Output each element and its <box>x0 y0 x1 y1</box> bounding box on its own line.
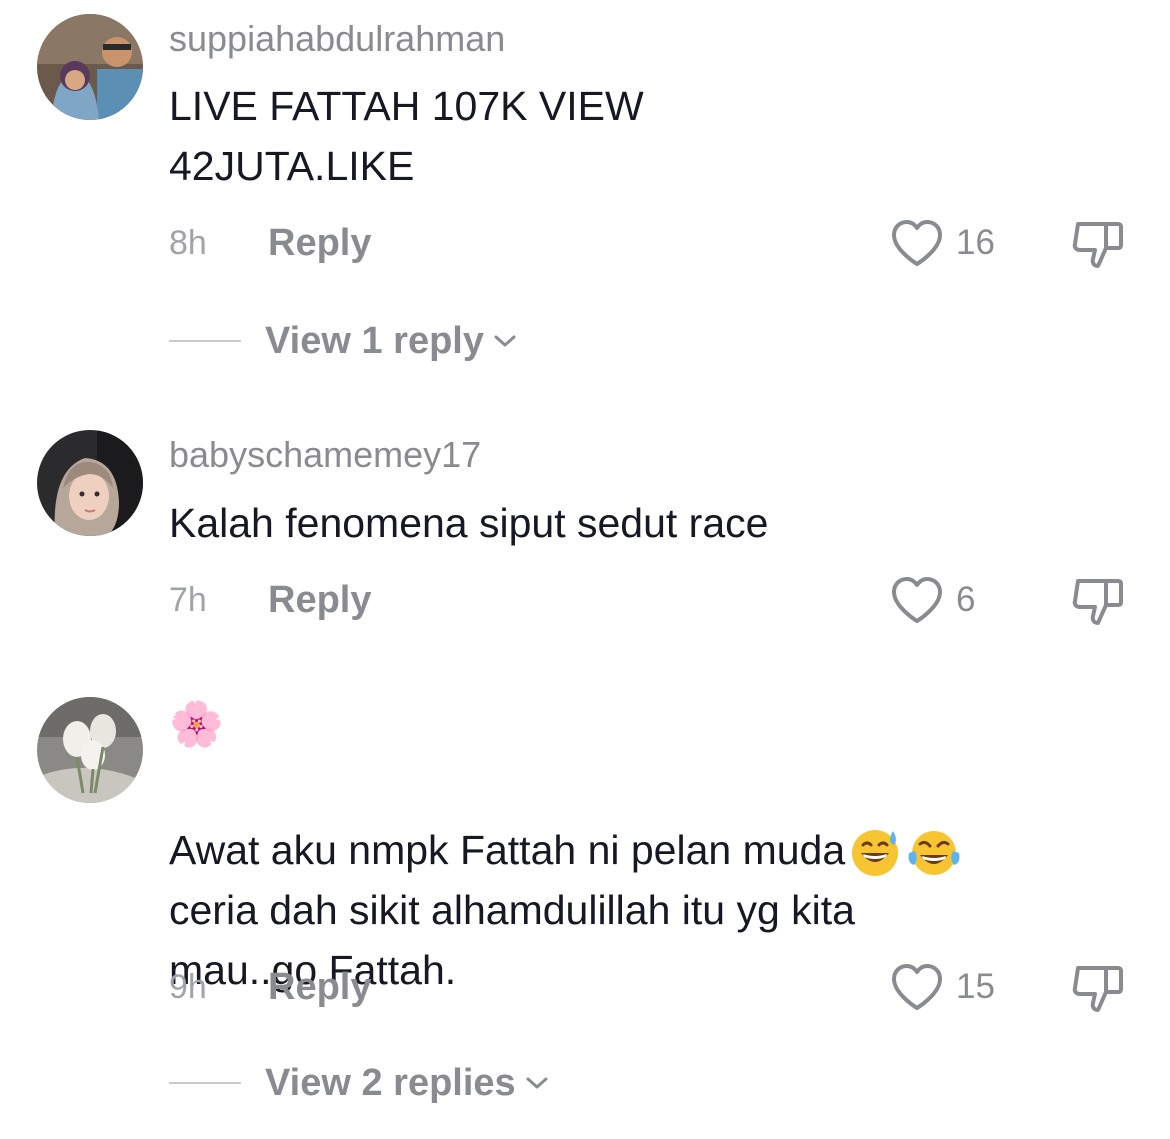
like-count: 6 <box>956 580 976 619</box>
comment-timestamp: 7h <box>169 581 207 619</box>
divider-line <box>169 1082 241 1084</box>
comment-text: Kalah fenomena siput sedut race <box>169 500 769 546</box>
comment-timestamp: 8h <box>169 224 207 262</box>
like-button[interactable]: 16 <box>890 217 995 269</box>
avatar[interactable] <box>37 430 143 536</box>
view-replies-button[interactable]: View 2 replies <box>169 1058 550 1108</box>
comment-timestamp: 9h <box>169 968 207 1006</box>
comment-text-line1: Awat aku nmpk Fattah ni pelan muda <box>169 827 846 873</box>
tears-of-joy-emoji <box>908 831 960 876</box>
view-replies-label: View 2 replies <box>265 1061 516 1104</box>
heart-outline-icon <box>892 964 942 1010</box>
heart-outline-icon <box>892 577 942 623</box>
reply-button[interactable]: Reply <box>268 579 371 622</box>
chevron-down-icon <box>494 335 516 347</box>
thumbs-down-icon[interactable] <box>1068 218 1126 272</box>
thumbs-down-icon[interactable] <box>1068 962 1126 1016</box>
comment-username[interactable]: suppiahabdulrahman <box>169 18 505 60</box>
comment-username[interactable]: babyschamemey17 <box>169 434 481 476</box>
avatar[interactable] <box>37 697 143 803</box>
comment-text: Awat aku nmpk Fattah ni pelan muda ceria… <box>169 760 963 1000</box>
view-replies-label: View 1 reply <box>265 319 484 362</box>
view-replies-button[interactable]: View 1 reply <box>169 316 518 366</box>
chevron-down-icon <box>526 1077 548 1089</box>
thumbs-down-icon[interactable] <box>1068 575 1126 629</box>
comment-username[interactable]: 🌸 <box>169 698 224 750</box>
like-count: 16 <box>956 223 995 262</box>
divider-line <box>169 340 241 342</box>
reply-button[interactable]: Reply <box>268 222 371 265</box>
like-button[interactable]: 6 <box>890 574 975 626</box>
avatar[interactable] <box>37 14 143 120</box>
reply-button[interactable]: Reply <box>268 966 371 1009</box>
like-button[interactable]: 15 <box>890 961 995 1013</box>
comment-text: LIVE FATTAH 107K VIEW 42JUTA.LIKE <box>169 83 644 189</box>
grinning-sweat-emoji <box>852 830 899 877</box>
like-count: 15 <box>956 967 995 1006</box>
heart-outline-icon <box>892 220 942 266</box>
